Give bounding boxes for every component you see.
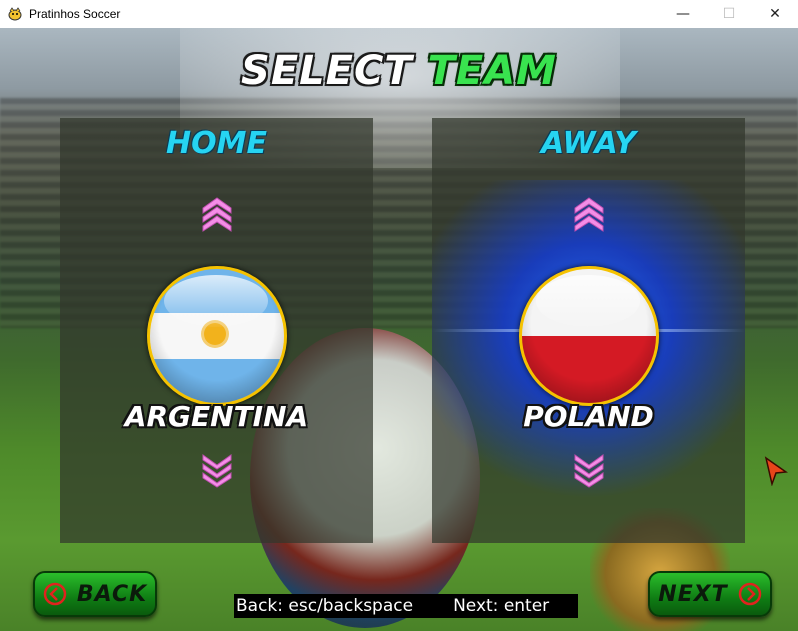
home-team-name: ARGENTINA [124, 400, 309, 433]
home-team-panel: HOME ARGENTINA [60, 118, 373, 543]
back-button[interactable]: BACK [33, 571, 157, 617]
away-next-arrow-icon[interactable] [573, 454, 605, 490]
minimize-button[interactable]: — [660, 0, 706, 28]
title-bar: Pratinhos Soccer — ☐ ✕ [0, 0, 798, 28]
home-next-arrow-icon[interactable] [201, 454, 233, 490]
window-title: Pratinhos Soccer [29, 7, 121, 21]
arrow-left-circle-icon [43, 582, 67, 606]
back-hint: Back: esc/backspace [236, 596, 414, 616]
game-window: Pratinhos Soccer — ☐ ✕ SELECT TEAM HOME [0, 0, 798, 631]
next-hint: Next: enter [453, 596, 550, 616]
away-team-panel: AWAY POLAND [432, 118, 745, 543]
away-team-name: POLAND [523, 400, 654, 433]
away-previous-arrow-icon[interactable] [573, 196, 605, 232]
game-canvas: SELECT TEAM HOME ARGENTINA AWAY POLAND B… [0, 28, 798, 631]
away-label: AWAY [540, 126, 637, 161]
maximize-button[interactable]: ☐ [706, 0, 752, 28]
mouse-cursor-icon [764, 456, 788, 486]
next-button[interactable]: NEXT [648, 571, 772, 617]
arrow-right-circle-icon [738, 582, 761, 606]
argentina-flag-icon [146, 266, 287, 406]
home-previous-arrow-icon[interactable] [201, 196, 233, 232]
title-word-team: TEAM [427, 48, 557, 94]
close-button[interactable]: ✕ [752, 0, 798, 28]
title-word-select: SELECT [241, 48, 413, 94]
screen-title: SELECT TEAM [0, 48, 798, 94]
back-button-label: BACK [76, 581, 148, 607]
poland-flag-icon [518, 266, 659, 406]
keyboard-hint-bar: Back: esc/backspace Next: enter [234, 594, 578, 618]
home-label: HOME [166, 126, 267, 161]
pygame-icon [8, 7, 22, 21]
next-button-label: NEXT [658, 581, 728, 607]
